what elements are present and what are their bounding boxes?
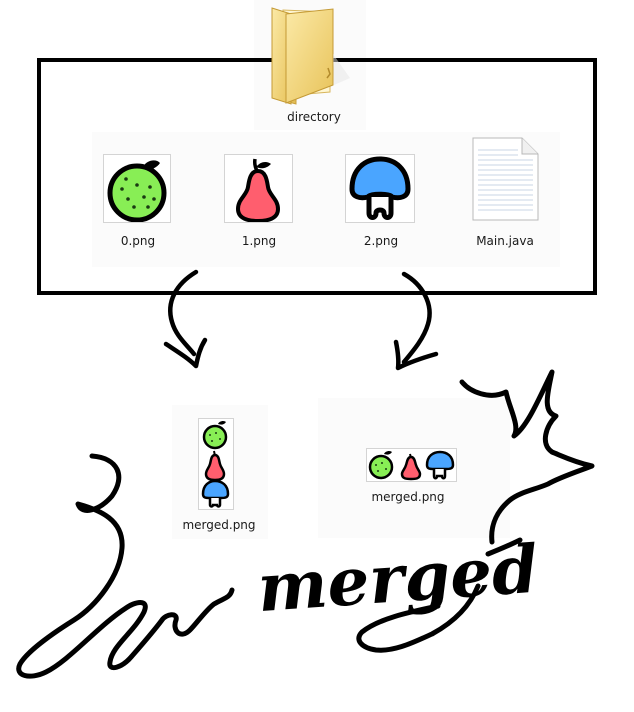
file-label-1: 1.png xyxy=(241,234,277,248)
merged-horizontal-thumb[interactable] xyxy=(366,448,457,482)
file-item-1[interactable] xyxy=(224,154,293,224)
file-label-2: 2.png xyxy=(363,234,399,248)
folder-label: directory xyxy=(287,110,341,124)
pear-icon xyxy=(235,158,281,224)
merged-horizontal-image-icon xyxy=(368,450,455,481)
merged-vertical-image-icon xyxy=(201,420,230,508)
diagram: directory 0.png 1.png 2.png Main.java me… xyxy=(0,0,634,712)
mushroom-icon xyxy=(349,156,411,220)
file-label-3: Main.java xyxy=(476,234,534,248)
file-label-0: 0.png xyxy=(120,234,156,248)
file-item-2[interactable] xyxy=(345,154,415,223)
file-item-0[interactable] xyxy=(103,154,171,223)
orange-icon xyxy=(107,160,167,223)
handwriting-label: merged xyxy=(255,530,541,627)
merged-vertical-thumb[interactable] xyxy=(198,418,234,510)
merged-vertical-label: merged.png xyxy=(182,518,256,532)
merged-horizontal-label: merged.png xyxy=(371,490,445,504)
